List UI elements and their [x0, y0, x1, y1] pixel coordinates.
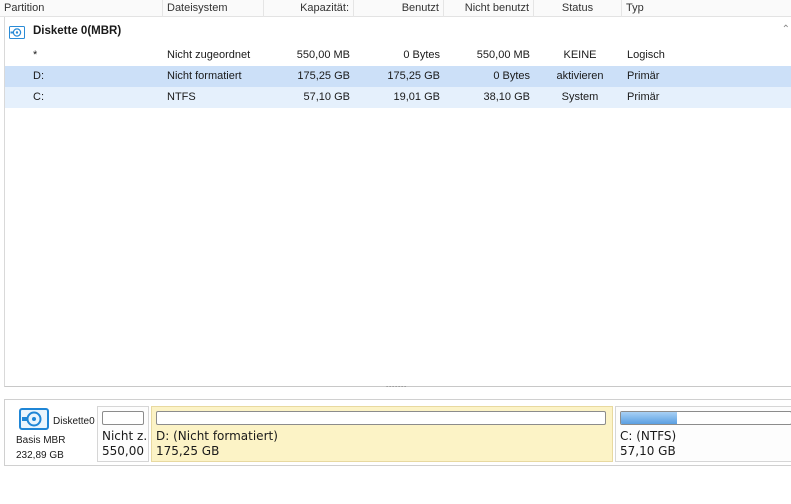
column-capacity[interactable]: Kapazität:	[264, 0, 354, 17]
column-free[interactable]: Nicht benutzt	[444, 0, 534, 17]
cell-partition: D:	[33, 70, 44, 82]
cell-filesystem: Nicht formatiert	[167, 70, 242, 82]
cell-free: 0 Bytes	[493, 70, 530, 82]
cell-free: 38,10 GB	[483, 91, 530, 103]
partition-list: Diskette 0(MBR) ⌃ * Nicht zugeordnet 550…	[4, 17, 791, 387]
disk-size: 232,89 GB	[16, 450, 64, 461]
partition-size: 175,25 GB	[156, 444, 220, 458]
cell-status: KEINE	[563, 49, 597, 61]
disk-icon	[19, 408, 49, 430]
partition-block-d[interactable]: D: (Nicht formatiert) 175,25 GB	[151, 406, 613, 462]
partition-block-c[interactable]: C: (NTFS) 57,10 GB	[615, 406, 791, 462]
disk-name: Diskette0	[53, 416, 95, 427]
cell-used: 19,01 GB	[393, 91, 440, 103]
cell-capacity: 175,25 GB	[297, 70, 350, 82]
cell-used: 175,25 GB	[387, 70, 440, 82]
disk-map: Diskette0 Basis MBR 232,89 GB Nicht z...…	[4, 399, 791, 466]
cell-type: Logisch	[627, 49, 665, 61]
disk-icon	[9, 26, 25, 39]
cell-filesystem: Nicht zugeordnet	[167, 49, 251, 61]
collapse-icon[interactable]: ⌃	[782, 24, 790, 35]
usage-fill	[621, 412, 678, 424]
partition-block-unallocated[interactable]: Nicht z... 550,00 ...	[97, 406, 149, 462]
cell-capacity: 57,10 GB	[303, 91, 350, 103]
usage-bar	[620, 411, 791, 425]
partition-size: 57,10 GB	[620, 444, 676, 458]
column-filesystem[interactable]: Dateisystem	[163, 0, 264, 17]
cell-status: aktivieren	[556, 70, 604, 82]
usage-bar	[156, 411, 606, 425]
column-type[interactable]: Typ	[622, 0, 791, 17]
column-used[interactable]: Benutzt	[354, 0, 444, 17]
cell-status: System	[561, 91, 599, 103]
table-row[interactable]: C: NTFS 57,10 GB 19,01 GB 38,10 GB Syste…	[5, 87, 791, 108]
cell-partition: *	[33, 49, 38, 61]
table-row[interactable]: * Nicht zugeordnet 550,00 MB 0 Bytes 550…	[5, 45, 791, 66]
partition-label: D: (Nicht formatiert)	[156, 429, 278, 443]
column-partition[interactable]: Partition	[0, 0, 163, 17]
disk-group-header[interactable]: Diskette 0(MBR) ⌃	[5, 22, 790, 42]
usage-bar	[102, 411, 144, 425]
cell-used: 0 Bytes	[403, 49, 440, 61]
cell-filesystem: NTFS	[167, 91, 196, 103]
partition-label: Nicht z...	[102, 429, 148, 443]
cell-type: Primär	[627, 70, 660, 82]
disk-info[interactable]: Diskette0 Basis MBR 232,89 GB	[5, 400, 97, 465]
column-status[interactable]: Status	[534, 0, 622, 17]
partition-label: C: (NTFS)	[620, 429, 677, 443]
disk-type: Basis MBR	[16, 435, 66, 446]
cell-capacity: 550,00 MB	[296, 49, 350, 61]
column-header: Partition Dateisystem Kapazität: Benutzt…	[0, 0, 791, 17]
splitter-handle[interactable]: ˙˙˙˙˙˙˙	[386, 386, 407, 395]
cell-partition: C:	[33, 91, 44, 103]
cell-type: Primär	[627, 91, 660, 103]
cell-free: 550,00 MB	[476, 49, 530, 61]
table-row[interactable]: D: Nicht formatiert 175,25 GB 175,25 GB …	[5, 66, 791, 87]
partition-size: 550,00 ...	[102, 444, 148, 458]
disk-title: Diskette 0(MBR)	[33, 25, 122, 37]
